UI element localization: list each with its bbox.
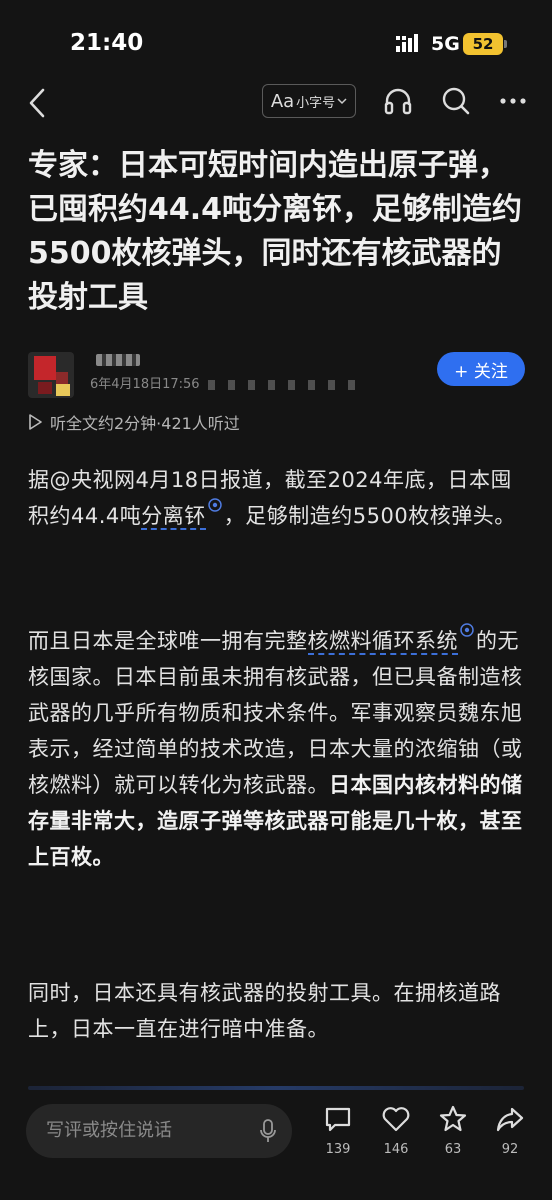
star-icon <box>439 1105 467 1132</box>
term-info-icon[interactable] <box>460 623 474 637</box>
term-link-fuel-cycle[interactable]: 核燃料循环系统 <box>307 629 458 655</box>
status-bar: 21:40 5G 52 <box>0 0 552 90</box>
share-icon <box>496 1107 524 1132</box>
like-action[interactable]: 146 <box>376 1104 416 1157</box>
term-info-icon[interactable] <box>208 498 222 512</box>
top-nav: Aa 小字号 <box>0 80 552 126</box>
article-title: 专家：日本可短时间内造出原子弹，已囤积约44.4吨分离钚，足够制造约5500枚核… <box>28 148 523 315</box>
comment-placeholder: 写评或按住说话 <box>46 1120 172 1141</box>
author-name-redacted[interactable] <box>96 354 140 366</box>
status-time: 21:40 <box>70 30 144 56</box>
paragraph-1: 据@央视网4月18日报道，截至2024年底，日本囤积约44.4吨分离钚 ，足够制造… <box>28 462 526 534</box>
microphone-icon[interactable] <box>258 1118 278 1144</box>
paragraph-3: 同时，日本还具有核武器的投射工具。在拥核道路上，日本一直在进行暗中准备。 <box>28 981 501 1041</box>
comment-action[interactable]: 139 <box>318 1104 358 1157</box>
favorite-action[interactable]: 63 <box>433 1104 473 1157</box>
signal-icon <box>396 34 418 52</box>
content-divider <box>28 1086 524 1090</box>
comment-icon <box>325 1107 351 1132</box>
favorite-count: 63 <box>444 1142 462 1157</box>
more-icon[interactable] <box>498 86 528 116</box>
follow-button[interactable]: + 关注 <box>437 352 525 386</box>
meta-redacted <box>207 379 358 390</box>
comment-input[interactable]: 写评或按住说话 <box>26 1104 292 1158</box>
listen-label: 听全文约2分钟·421人听过 <box>50 414 240 433</box>
paragraph-1-text-end: ，足够制造约5500枚核弹头。 <box>223 504 516 528</box>
battery-tip <box>504 40 507 48</box>
listen-full-text[interactable]: 听全文约2分钟·421人听过 <box>28 410 240 434</box>
like-count: 146 <box>383 1142 409 1157</box>
paragraph-2-text: 而且日本是全球唯一拥有完整 <box>28 629 308 653</box>
font-size-label: 小字号 <box>296 95 336 111</box>
share-action[interactable]: 92 <box>490 1104 530 1157</box>
comment-count: 139 <box>325 1142 351 1157</box>
paragraph-2: 而且日本是全球唯一拥有完整核燃料循环系统 的无核国家。日本目前虽未拥有核武器，但已… <box>28 623 526 875</box>
share-count: 92 <box>501 1142 519 1157</box>
battery-level: 52 <box>463 33 503 55</box>
play-icon <box>29 414 42 430</box>
chevron-down-icon <box>337 98 347 105</box>
network-type: 5G <box>431 33 460 55</box>
bottom-action-bar: 写评或按住说话 139 146 63 92 <box>0 1094 552 1200</box>
heart-icon <box>382 1107 410 1132</box>
author-avatar[interactable] <box>28 352 74 398</box>
article-meta: 6年4月18日17:56 <box>90 373 358 392</box>
term-link-plutonium[interactable]: 分离钚 <box>141 504 206 530</box>
font-size-button[interactable]: Aa 小字号 <box>262 84 356 118</box>
search-icon[interactable] <box>441 86 471 116</box>
headphones-icon[interactable] <box>383 86 413 116</box>
font-size-aa: Aa <box>270 90 295 112</box>
back-icon[interactable] <box>26 86 48 120</box>
publish-date: 6年4月18日17:56 <box>90 377 200 392</box>
